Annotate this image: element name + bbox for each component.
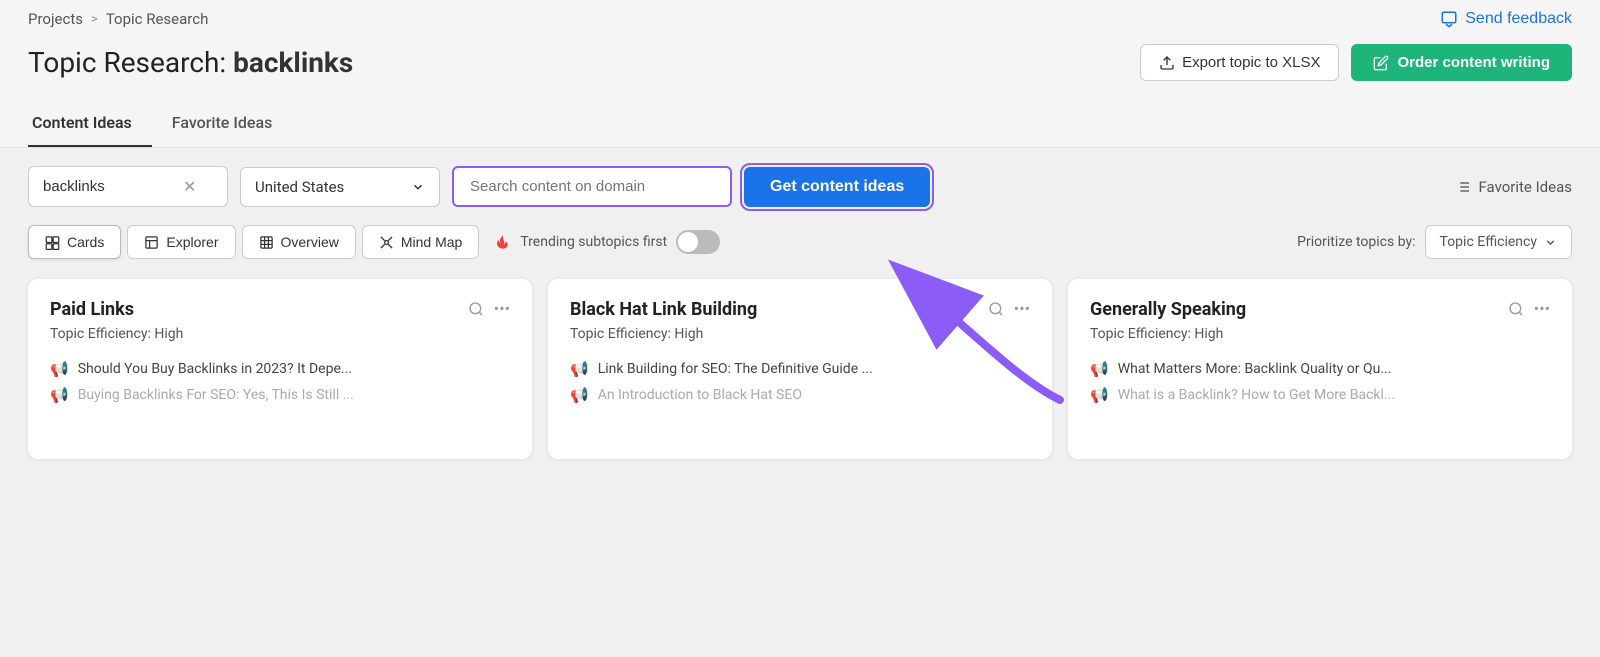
search-icon[interactable] xyxy=(988,301,1004,317)
order-icon xyxy=(1373,55,1389,71)
priority-dropdown[interactable]: Topic Efficiency xyxy=(1425,225,1572,259)
megaphone-icon: 📢 xyxy=(1090,360,1109,378)
breadcrumb-current: Topic Research xyxy=(106,10,209,28)
card-3-links: 📢 What Matters More: Backlink Quality or… xyxy=(1090,360,1550,404)
export-icon xyxy=(1159,55,1175,71)
more-options-icon[interactable]: ••• xyxy=(1534,299,1550,318)
country-select[interactable]: United States xyxy=(240,167,440,207)
mind-map-icon xyxy=(379,235,394,250)
card-1-link-1[interactable]: 📢 Should You Buy Backlinks in 2023? It D… xyxy=(50,360,510,378)
search-icon[interactable] xyxy=(468,301,484,317)
card-2-link-1[interactable]: 📢 Link Building for SEO: The Definitive … xyxy=(570,360,1030,378)
page-title: Topic Research: backlinks xyxy=(28,46,353,79)
breadcrumb: Projects > Topic Research xyxy=(28,10,208,28)
order-label: Order content writing xyxy=(1397,54,1550,71)
view-explorer-button[interactable]: Explorer xyxy=(127,225,235,259)
card-2-link-1-text: Link Building for SEO: The Definitive Gu… xyxy=(598,361,873,377)
card-1: Paid Links ••• Topic Efficiency: High 📢 … xyxy=(28,279,532,459)
get-ideas-button[interactable]: Get content ideas xyxy=(744,167,930,207)
domain-search-input[interactable] xyxy=(470,178,714,195)
more-options-icon[interactable]: ••• xyxy=(1014,299,1030,318)
megaphone-muted-icon: 📢 xyxy=(570,386,589,404)
domain-search-wrapper xyxy=(452,166,732,207)
trending-toggle: Trending subtopics first xyxy=(495,230,720,254)
megaphone-icon: 📢 xyxy=(50,360,69,378)
card-2-links: 📢 Link Building for SEO: The Definitive … xyxy=(570,360,1030,404)
order-content-button[interactable]: Order content writing xyxy=(1351,44,1572,81)
export-label: Export topic to XLSX xyxy=(1182,54,1320,71)
country-value: United States xyxy=(255,178,401,196)
favorite-ideas-link[interactable]: Favorite Ideas xyxy=(1455,178,1572,196)
card-1-link-1-text: Should You Buy Backlinks in 2023? It Dep… xyxy=(78,361,352,377)
export-button[interactable]: Export topic to XLSX xyxy=(1140,44,1339,81)
breadcrumb-projects[interactable]: Projects xyxy=(28,10,83,28)
card-1-title: Paid Links xyxy=(50,299,134,320)
megaphone-muted-icon: 📢 xyxy=(1090,386,1109,404)
overview-icon xyxy=(259,235,274,250)
card-2-link-2-text: An Introduction to Black Hat SEO xyxy=(598,387,802,403)
explorer-label: Explorer xyxy=(166,234,218,250)
list-icon xyxy=(1455,179,1471,195)
chevron-down-icon xyxy=(1544,236,1557,249)
cards-grid: Paid Links ••• Topic Efficiency: High 📢 … xyxy=(28,279,1572,459)
view-overview-button[interactable]: Overview xyxy=(242,225,356,259)
search-icon[interactable] xyxy=(1508,301,1524,317)
card-1-efficiency: Topic Efficiency: High xyxy=(50,326,510,342)
view-cards-button[interactable]: Cards xyxy=(28,225,121,259)
card-1-link-2-text: Buying Backlinks For SEO: Yes, This Is S… xyxy=(78,387,354,403)
card-2-efficiency: Topic Efficiency: High xyxy=(570,326,1030,342)
card-3-link-1[interactable]: 📢 What Matters More: Backlink Quality or… xyxy=(1090,360,1550,378)
card-3-efficiency: Topic Efficiency: High xyxy=(1090,326,1550,342)
feedback-icon xyxy=(1440,10,1458,28)
chevron-down-icon xyxy=(411,180,425,194)
megaphone-icon: 📢 xyxy=(570,360,589,378)
card-3: Generally Speaking ••• Topic Efficiency:… xyxy=(1068,279,1572,459)
priority-sort-label: Prioritize topics by: xyxy=(1297,234,1415,250)
cards-label: Cards xyxy=(67,234,104,250)
trending-label: Trending subtopics first xyxy=(520,234,667,250)
keyword-input[interactable] xyxy=(43,178,173,195)
more-options-icon[interactable]: ••• xyxy=(494,299,510,318)
fire-icon xyxy=(495,234,511,250)
card-1-links: 📢 Should You Buy Backlinks in 2023? It D… xyxy=(50,360,510,404)
send-feedback-label: Send feedback xyxy=(1465,10,1572,28)
trending-switch[interactable] xyxy=(676,230,720,254)
keyword-input-wrapper: ✕ xyxy=(28,166,228,207)
breadcrumb-separator: > xyxy=(91,12,98,27)
card-3-link-1-text: What Matters More: Backlink Quality or Q… xyxy=(1118,361,1392,377)
card-1-link-2[interactable]: 📢 Buying Backlinks For SEO: Yes, This Is… xyxy=(50,386,510,404)
card-2-link-2[interactable]: 📢 An Introduction to Black Hat SEO xyxy=(570,386,1030,404)
tab-favorite-ideas[interactable]: Favorite Ideas xyxy=(168,99,293,147)
priority-value: Topic Efficiency xyxy=(1440,234,1537,250)
favorite-ideas-link-label: Favorite Ideas xyxy=(1478,178,1572,196)
card-2-title: Black Hat Link Building xyxy=(570,299,757,320)
megaphone-muted-icon: 📢 xyxy=(50,386,69,404)
card-3-title: Generally Speaking xyxy=(1090,299,1246,320)
card-3-link-2[interactable]: 📢 What is a Backlink? How to Get More Ba… xyxy=(1090,386,1550,404)
priority-sort: Prioritize topics by: Topic Efficiency xyxy=(1297,225,1572,259)
view-mind-map-button[interactable]: Mind Map xyxy=(362,225,479,259)
clear-keyword-icon[interactable]: ✕ xyxy=(183,177,196,196)
explorer-icon xyxy=(144,235,159,250)
send-feedback-button[interactable]: Send feedback xyxy=(1440,10,1572,28)
card-3-link-2-text: What is a Backlink? How to Get More Back… xyxy=(1118,387,1395,403)
cards-icon xyxy=(45,235,60,250)
overview-label: Overview xyxy=(281,234,339,250)
tab-content-ideas[interactable]: Content Ideas xyxy=(28,99,152,147)
mind-map-label: Mind Map xyxy=(401,234,462,250)
card-2: Black Hat Link Building ••• Topic Effici… xyxy=(548,279,1052,459)
